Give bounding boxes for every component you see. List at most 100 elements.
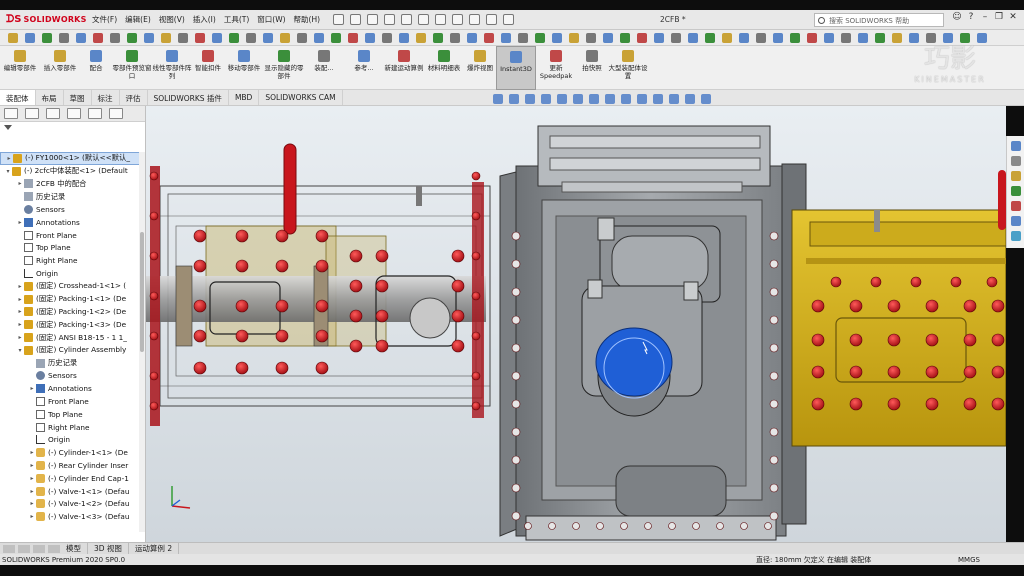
heads-up-view-icon[interactable] bbox=[637, 94, 647, 104]
menu-file[interactable]: 文件(F) bbox=[88, 14, 121, 25]
toolbar-tool-icon[interactable] bbox=[160, 32, 171, 43]
command-button[interactable]: 装配... bbox=[304, 46, 344, 90]
tree-item[interactable]: Sensors bbox=[0, 370, 140, 383]
task-appearances-icon[interactable] bbox=[1010, 201, 1021, 211]
command-button[interactable]: 移动零部件 bbox=[224, 46, 264, 90]
expand-arrow-icon[interactable]: ▾ bbox=[16, 347, 24, 354]
toolbar-tool-icon[interactable] bbox=[500, 32, 511, 43]
command-button[interactable]: 插入零部件 bbox=[40, 46, 80, 90]
tree-item[interactable]: ▸ (-) Cylinder-1<1> (De bbox=[0, 446, 140, 459]
task-forum-icon[interactable] bbox=[1010, 231, 1021, 241]
tree-item[interactable]: ▸ (-) Rear Cylinder Inser bbox=[0, 459, 140, 472]
command-button[interactable]: Instant3D bbox=[496, 46, 536, 90]
expand-arrow-icon[interactable]: ▸ bbox=[16, 283, 24, 290]
tree-item[interactable]: ▸ (-) Valve-1<3> (Defau bbox=[0, 510, 140, 523]
toolbar-tool-icon[interactable] bbox=[143, 32, 154, 43]
command-button[interactable]: 线性零部件阵列 bbox=[152, 46, 192, 90]
home-icon[interactable] bbox=[350, 14, 362, 25]
task-view-palette-icon[interactable] bbox=[1010, 186, 1021, 196]
print-icon[interactable] bbox=[418, 14, 430, 25]
menu-insert[interactable]: 插入(I) bbox=[189, 14, 220, 25]
tree-item[interactable]: ▸ (-) Cylinder End Cap-1 bbox=[0, 472, 140, 485]
scrollbar-thumb[interactable] bbox=[140, 232, 144, 352]
help-search-input[interactable]: 搜索 SOLIDWORKS 帮助 bbox=[814, 13, 944, 27]
toolbar-tool-icon[interactable] bbox=[755, 32, 766, 43]
command-button[interactable]: 更新 Speedpak bbox=[536, 46, 576, 90]
toolbar-tool-icon[interactable] bbox=[602, 32, 613, 43]
command-button[interactable]: 参考... bbox=[344, 46, 384, 90]
heads-up-view-icon[interactable] bbox=[701, 94, 711, 104]
expand-arrow-icon[interactable]: ▸ bbox=[28, 385, 36, 392]
expand-arrow-icon[interactable]: ▸ bbox=[16, 219, 24, 226]
tree-item[interactable]: 历史记录 bbox=[0, 357, 140, 370]
tree-item[interactable]: ▾ (固定) Cylinder Assembly bbox=[0, 344, 140, 357]
toolbar-tool-icon[interactable] bbox=[823, 32, 834, 43]
tree-filter[interactable] bbox=[0, 122, 145, 136]
toolbar-tool-icon[interactable] bbox=[177, 32, 188, 43]
tree-item[interactable]: ▸ (固定) ANSI B18-15 - 1 1_ bbox=[0, 331, 140, 344]
tab-scroll-icon[interactable] bbox=[33, 544, 45, 553]
pin-icon[interactable] bbox=[333, 14, 345, 25]
task-explorer-icon[interactable] bbox=[1010, 171, 1021, 181]
tree-item[interactable]: Right Plane bbox=[0, 254, 140, 267]
tree-item[interactable]: ▸ 2CFB 中的配合 bbox=[0, 178, 140, 191]
toolbar-tool-icon[interactable] bbox=[653, 32, 664, 43]
tab-model[interactable]: 模型 bbox=[60, 543, 88, 554]
command-button[interactable]: 显示隐藏的零部件 bbox=[264, 46, 304, 90]
user-icon[interactable]: ☺ bbox=[950, 12, 964, 22]
tree-item[interactable]: ▸ (-) Valve-1<1> (Defau bbox=[0, 485, 140, 498]
toolbar-tool-icon[interactable] bbox=[415, 32, 426, 43]
feature-manager-tab-icon[interactable] bbox=[4, 108, 18, 119]
tab-addins[interactable]: SOLIDWORKS 插件 bbox=[148, 90, 229, 105]
tree-item[interactable]: ▸ (固定) Packing-1<2> (De bbox=[0, 306, 140, 319]
more-tabs-icon[interactable] bbox=[109, 108, 123, 119]
toolbar-tool-icon[interactable] bbox=[313, 32, 324, 43]
task-custom-properties-icon[interactable] bbox=[1010, 216, 1021, 226]
heads-up-view-icon[interactable] bbox=[605, 94, 615, 104]
toolbar-tool-icon[interactable] bbox=[483, 32, 494, 43]
toolbar-tool-icon[interactable] bbox=[41, 32, 52, 43]
open-folder-icon[interactable] bbox=[384, 14, 396, 25]
toolbar-tool-icon[interactable] bbox=[296, 32, 307, 43]
toolbar-tool-icon[interactable] bbox=[772, 32, 783, 43]
heads-up-view-icon[interactable] bbox=[573, 94, 583, 104]
expand-arrow-icon[interactable]: ▸ bbox=[16, 321, 24, 328]
toolbar-tool-icon[interactable] bbox=[636, 32, 647, 43]
restore-button[interactable]: ❐ bbox=[992, 12, 1006, 22]
tab-layout[interactable]: 布局 bbox=[36, 90, 64, 105]
toolbar-tool-icon[interactable] bbox=[534, 32, 545, 43]
heads-up-view-icon[interactable] bbox=[621, 94, 631, 104]
toolbar-tool-icon[interactable] bbox=[721, 32, 732, 43]
command-button[interactable]: 材料明细表 bbox=[424, 46, 464, 90]
expand-arrow-icon[interactable]: ▸ bbox=[28, 475, 36, 482]
toolbar-tool-icon[interactable] bbox=[347, 32, 358, 43]
file-properties-icon[interactable] bbox=[486, 14, 498, 25]
task-library-icon[interactable] bbox=[1010, 156, 1021, 166]
selected-piston-face[interactable] bbox=[595, 327, 673, 417]
toolbar-tool-icon[interactable] bbox=[228, 32, 239, 43]
toolbar-tool-icon[interactable] bbox=[432, 32, 443, 43]
command-button[interactable]: 爆炸视图 bbox=[464, 46, 496, 90]
heads-up-view-icon[interactable] bbox=[493, 94, 503, 104]
tree-item[interactable]: Front Plane bbox=[0, 395, 140, 408]
menu-window[interactable]: 窗口(W) bbox=[253, 14, 289, 25]
toolbar-tool-icon[interactable] bbox=[449, 32, 460, 43]
expand-arrow-icon[interactable]: ▸ bbox=[28, 500, 36, 507]
toolbar-tool-icon[interactable] bbox=[364, 32, 375, 43]
tree-item[interactable]: ▸ Annotations bbox=[0, 382, 140, 395]
heads-up-view-icon[interactable] bbox=[589, 94, 599, 104]
options-gear-icon[interactable] bbox=[503, 14, 515, 25]
new-document-icon[interactable] bbox=[367, 14, 379, 25]
toolbar-tool-icon[interactable] bbox=[466, 32, 477, 43]
toolbar-tool-icon[interactable] bbox=[279, 32, 290, 43]
toolbar-tool-icon[interactable] bbox=[687, 32, 698, 43]
command-button[interactable]: 新建运动算例 bbox=[384, 46, 424, 90]
tree-item[interactable]: Sensors bbox=[0, 203, 140, 216]
toolbar-tool-icon[interactable] bbox=[738, 32, 749, 43]
toolbar-tool-icon[interactable] bbox=[789, 32, 800, 43]
configuration-manager-tab-icon[interactable] bbox=[46, 108, 60, 119]
tree-item[interactable]: Origin bbox=[0, 267, 140, 280]
heads-up-view-icon[interactable] bbox=[685, 94, 695, 104]
toolbar-tool-icon[interactable] bbox=[109, 32, 120, 43]
toolbar-tool-icon[interactable] bbox=[92, 32, 103, 43]
